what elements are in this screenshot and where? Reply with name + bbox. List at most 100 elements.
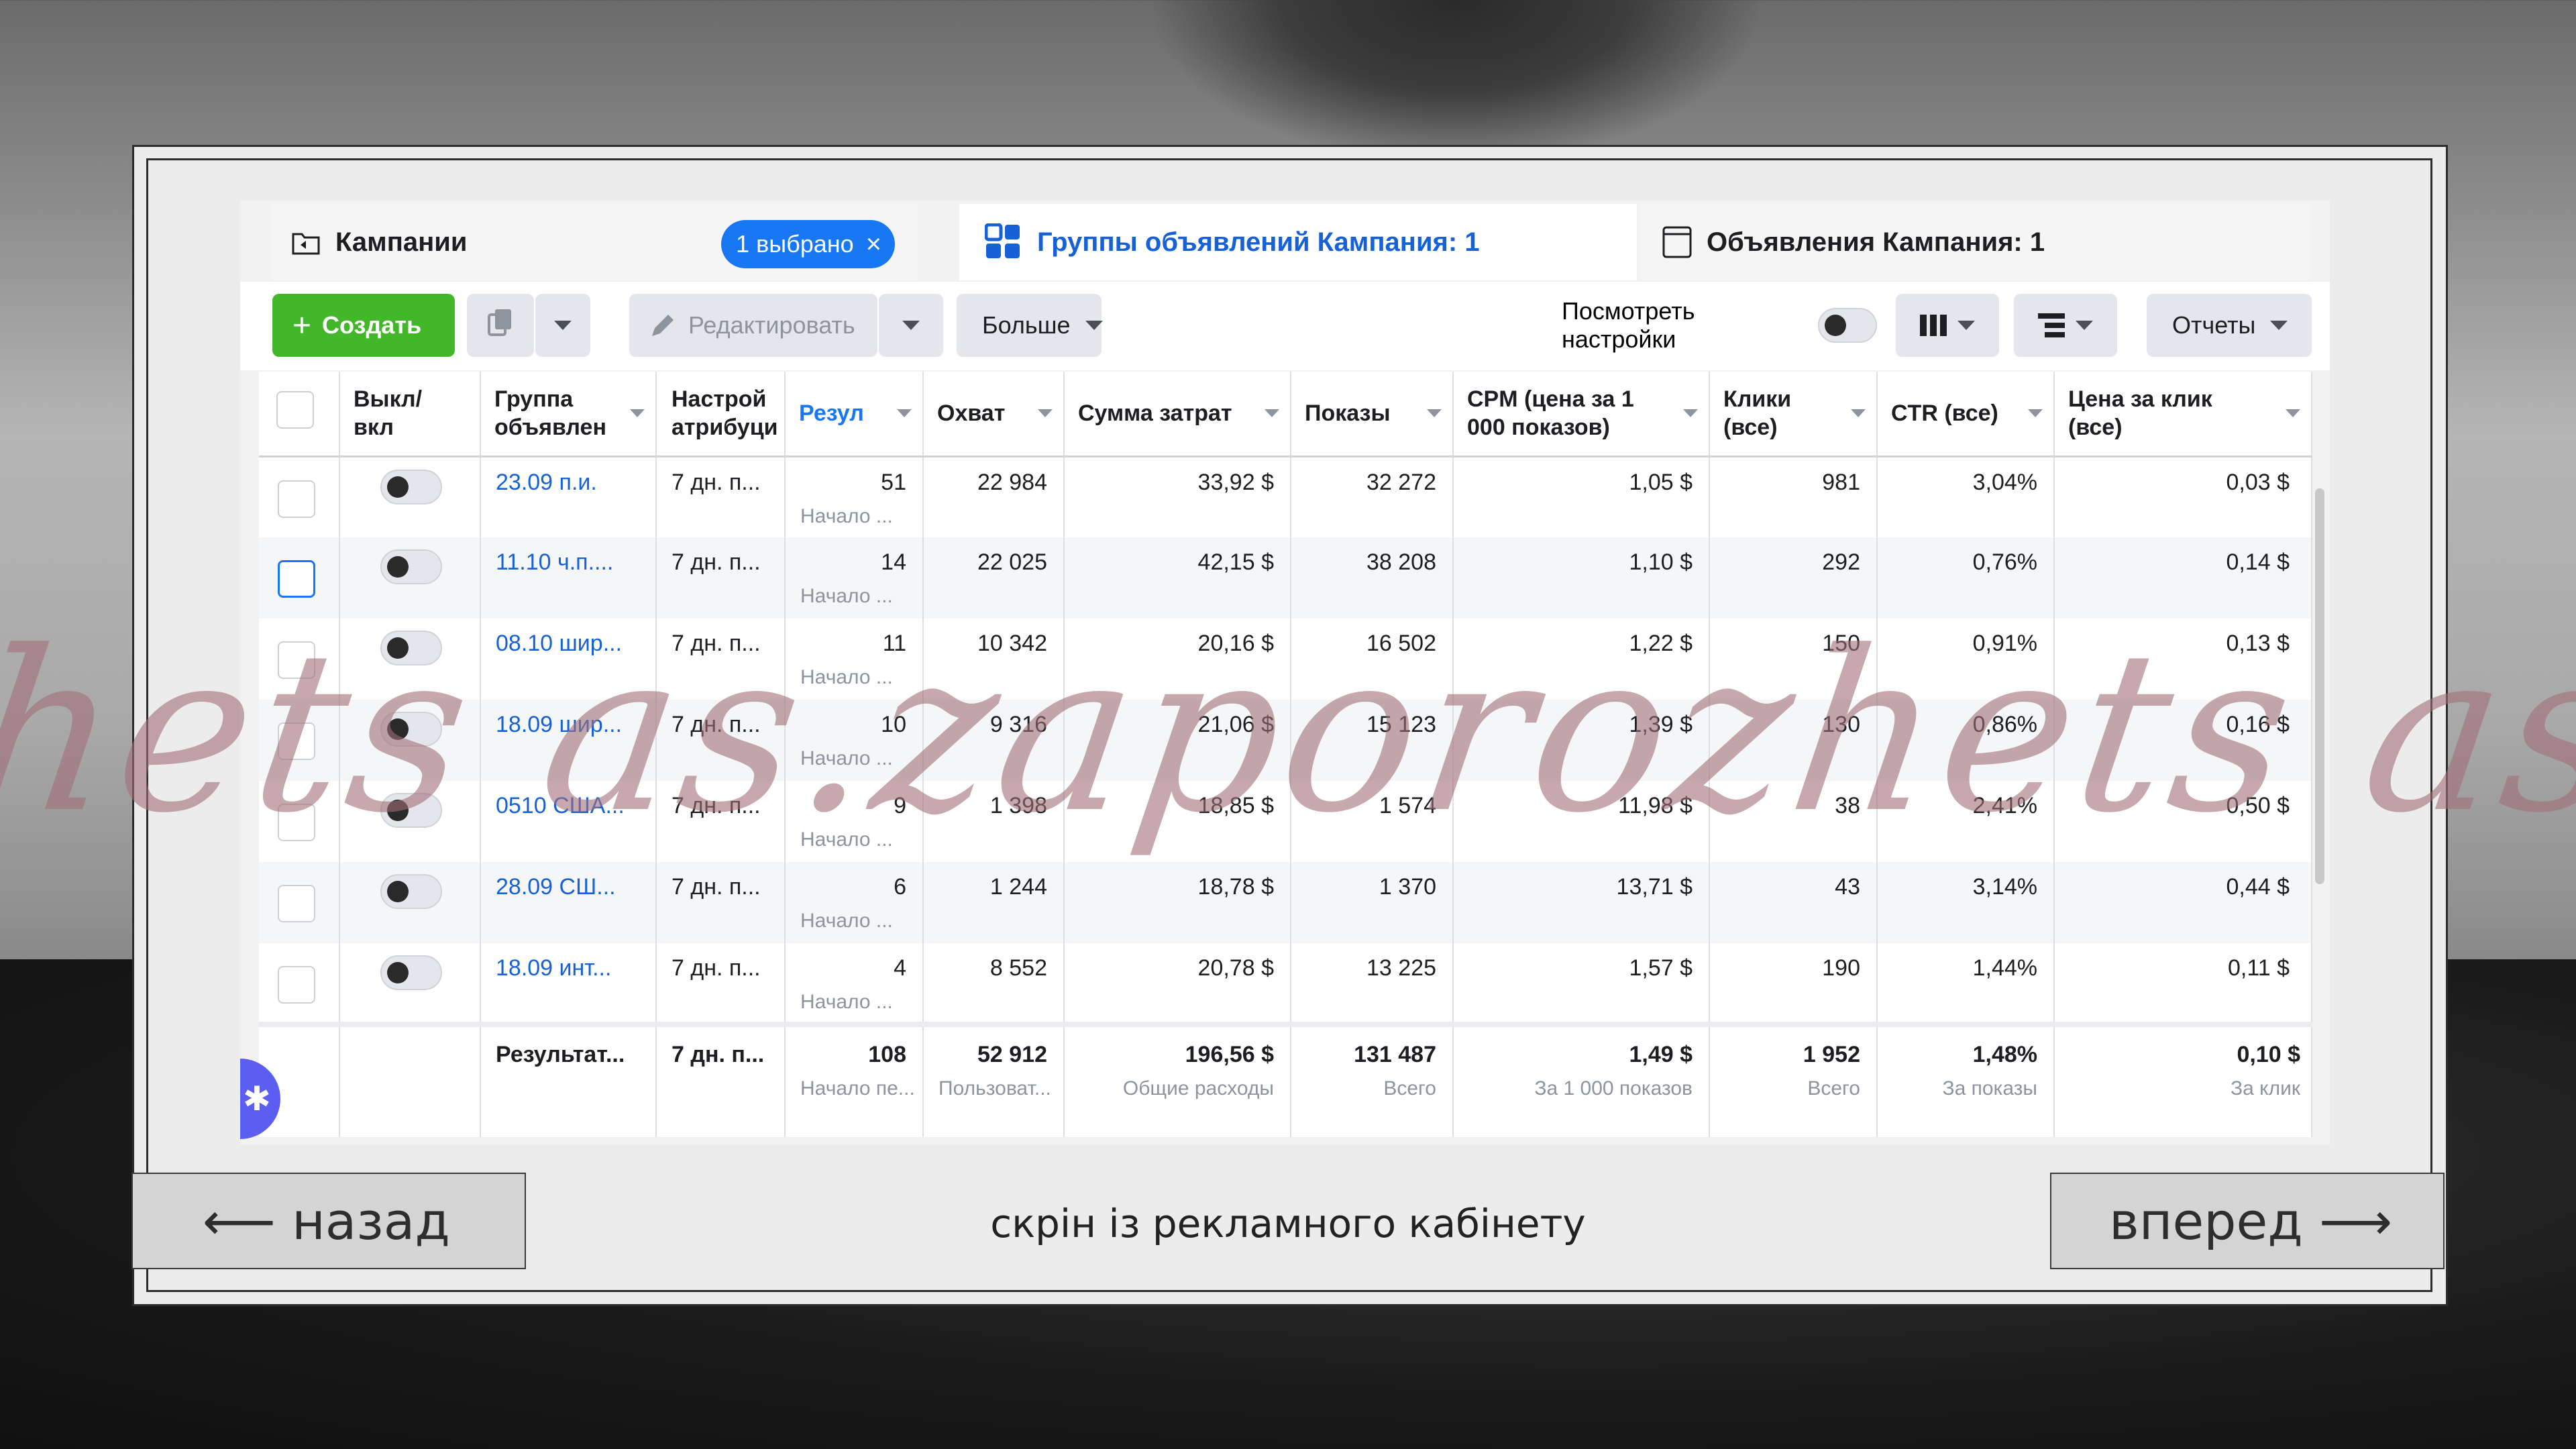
header-toggle[interactable]: Выкл/ вкл [339,372,481,458]
row-checkbox[interactable] [278,722,315,760]
totals-reach-value: 52 912 [977,1042,1047,1067]
row-checkbox[interactable] [278,966,315,1004]
adset-name-link[interactable]: 18.09 шир... [480,700,657,781]
adset-toggle[interactable] [380,469,442,504]
reach-cell: 1 398 [923,781,1065,862]
totals-clicks-value: 1 952 [1803,1042,1860,1067]
header-adset[interactable]: Группа объявлен [480,372,657,458]
chevron-down-icon [2286,409,2300,417]
totals-ctr-sub: За показы [1942,1077,2037,1099]
results-sub: Начало ... [800,666,893,688]
edit-button[interactable]: Редактировать [629,294,877,357]
table-row[interactable]: 28.09 СШ... 7 дн. п... 6 Начало ... 1 244… [259,862,2312,943]
more-button[interactable]: Больше [957,294,1103,357]
impressions-cell: 38 208 [1291,537,1454,619]
breakdown-button[interactable] [2014,294,2117,357]
tab-ads[interactable]: Объявления Кампания: 1 [1640,204,2310,280]
adset-toggle[interactable] [380,874,442,909]
row-toggle-cell [339,943,481,1024]
back-button[interactable]: ⟵ назад [131,1173,526,1269]
results-value: 51 [881,469,906,495]
header-reach[interactable]: Охват [923,372,1065,458]
results-value: 10 [881,712,906,737]
adset-name-link[interactable]: 0510 США... [480,781,657,862]
clicks-cell: 292 [1709,537,1878,619]
spend-cell: 20,78 $ [1064,943,1291,1024]
ctr-cell: 0,86% [1877,700,2055,781]
cpc-cell: 0,13 $ [2054,619,2312,700]
select-all-checkbox[interactable] [276,391,314,429]
row-checkbox[interactable] [278,804,315,841]
totals-cpc: 0,10 $ За клик [2054,1022,2312,1137]
close-icon[interactable]: × [866,229,881,260]
table-row[interactable]: 0510 США... 7 дн. п... 9 Начало ... 1 398… [259,781,2312,862]
reports-button[interactable]: Отчеты [2147,294,2312,357]
table-header-row: Выкл/ вкл Группа объявлен Настрой атрибу… [259,372,2312,458]
header-cpm[interactable]: CPM (цена за 1 000 показов) [1453,372,1710,458]
spend-cell: 18,85 $ [1064,781,1291,862]
table-row[interactable]: 08.10 шир... 7 дн. п... 11 Начало ... 10 … [259,619,2312,700]
create-button[interactable]: + Создать [272,294,455,357]
columns-button[interactable] [1896,294,1999,357]
forward-button[interactable]: вперед ⟶ [2050,1173,2445,1269]
tab-campaigns[interactable]: Кампании 1 выбрано × [271,204,918,280]
header-attribution[interactable]: Настрой атрибуци [656,372,786,458]
adset-toggle[interactable] [380,712,442,747]
adset-name-link[interactable]: 23.09 п.и. [480,456,657,537]
adsets-table: Выкл/ вкл Группа объявлен Настрой атрибу… [259,372,2312,1137]
header-cpc[interactable]: Цена за клик (все) [2054,372,2312,458]
adset-toggle[interactable] [380,631,442,665]
header-cpm-label: CPM (цена за 1 000 показов) [1467,386,1634,441]
header-results[interactable]: Резул [785,372,924,458]
adset-name-link[interactable]: 18.09 инт... [480,943,657,1024]
selected-badge[interactable]: 1 выбрано × [721,220,895,268]
view-settings-toggle[interactable] [1818,308,1877,343]
cpm-cell: 11,98 $ [1453,781,1710,862]
ctr-cell: 3,04% [1877,456,2055,537]
adset-toggle[interactable] [380,955,442,990]
ctr-cell: 0,91% [1877,619,2055,700]
vertical-scrollbar[interactable] [2315,488,2324,884]
results-sub: Начало ... [800,828,893,851]
row-checkbox[interactable] [278,560,315,598]
plus-icon: + [292,307,312,343]
chevron-down-icon [1957,321,1975,330]
chevron-down-icon [897,409,912,417]
totals-ctr-value: 1,48% [1972,1042,2037,1067]
header-clicks[interactable]: Клики (все) [1709,372,1878,458]
row-checkbox[interactable] [278,641,315,679]
row-select-cell [259,537,340,619]
row-select-cell [259,781,340,862]
table-row[interactable]: 18.09 инт... 7 дн. п... 4 Начало ... 8 55… [259,943,2312,1024]
header-impressions[interactable]: Показы [1291,372,1454,458]
header-results-label: Резул [799,400,864,427]
row-toggle-cell [339,456,481,537]
results-value: 4 [894,955,906,981]
edit-dropdown-button[interactable] [879,294,943,357]
grid-icon [985,223,1022,261]
totals-impressions-value: 131 487 [1354,1042,1436,1067]
table-row[interactable]: 11.10 ч.п.... 7 дн. п... 14 Начало ... 22… [259,537,2312,619]
header-ctr[interactable]: CTR (все) [1877,372,2055,458]
view-settings: Посмотреть настройки [1562,294,1877,357]
duplicate-button[interactable] [467,294,534,357]
duplicate-dropdown-button[interactable] [535,294,590,357]
tab-adsets[interactable]: Группы объявлений Кампания: 1 [959,204,1637,280]
header-spend[interactable]: Сумма затрат [1064,372,1291,458]
chevron-down-icon [1038,409,1053,417]
results-sub: Начало ... [800,910,893,932]
table-row[interactable]: 23.09 п.и. 7 дн. п... 51 Начало ... 22 98… [259,456,2312,537]
adset-toggle[interactable] [380,549,442,584]
adset-name-link[interactable]: 11.10 ч.п.... [480,537,657,619]
table-row[interactable]: 18.09 шир... 7 дн. п... 10 Начало ... 9 3… [259,700,2312,781]
ctr-cell: 2,41% [1877,781,2055,862]
cpm-cell: 1,22 $ [1453,619,1710,700]
background-person [1154,0,1758,161]
adset-toggle[interactable] [380,793,442,828]
header-spend-label: Сумма затрат [1078,400,1232,427]
adset-name-link[interactable]: 28.09 СШ... [480,862,657,943]
row-checkbox[interactable] [278,885,315,922]
adset-name-link[interactable]: 08.10 шир... [480,619,657,700]
row-checkbox[interactable] [278,480,315,518]
cpc-cell: 0,11 $ [2054,943,2312,1024]
